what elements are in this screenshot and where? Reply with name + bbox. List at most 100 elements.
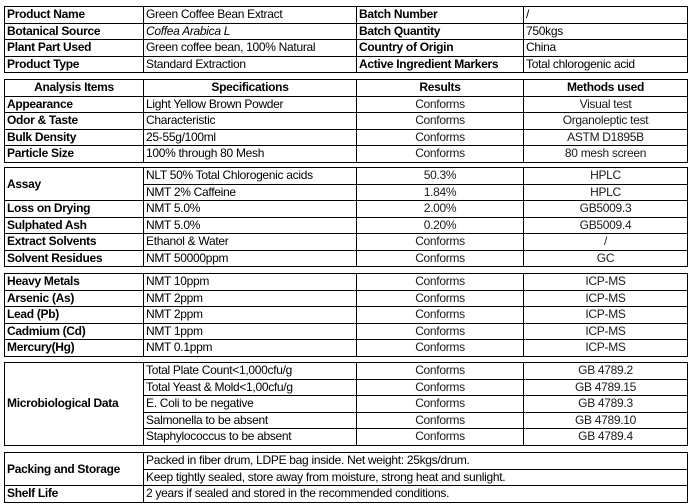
specification: Ethanol & Water (143, 233, 357, 251)
specification: NMT 5.0% (143, 216, 357, 234)
specification: NMT 2ppm (143, 289, 357, 307)
table-row: Extract Solvents Ethanol & Water Conforms / (4, 233, 688, 251)
method: ICP-MS (523, 322, 688, 340)
physical-analysis-table: Analysis Items Specifications Results Metho… (4, 79, 688, 163)
analysis-item: Lead (Pb) (4, 306, 144, 324)
specification: 100% through 80 Mesh (143, 145, 357, 163)
table-row: Bulk Density 25-55g/100ml Conforms ASTM D18… (4, 128, 688, 146)
specification: NMT 10ppm (143, 273, 357, 291)
result: 2.00% (356, 200, 524, 218)
info-row: Product Name Green Coffee Bean Extract Bat… (4, 6, 688, 24)
analysis-item: Packing and Storage (4, 452, 144, 486)
info-value: Standard Extraction (143, 55, 357, 73)
table-row: Arsenic (As) NMT 2ppm Conforms ICP-MS (4, 289, 688, 307)
packing-text: Packed in fiber drum, LDPE bag inside. N… (142, 452, 689, 470)
method: ICP-MS (523, 306, 688, 324)
analysis-item: Appearance (4, 95, 144, 113)
table-row: Heavy Metals NMT 10ppm Conforms ICP-MS (4, 273, 688, 291)
specification: NMT 1ppm (143, 322, 357, 340)
method: GB 4789.15 (523, 378, 688, 396)
info-value: 750kgs (523, 22, 688, 40)
header-row: Analysis Items Specifications Results Metho… (4, 79, 688, 97)
column-header-spec: Specifications (143, 79, 357, 97)
result: Conforms (356, 411, 524, 429)
info-label: Product Type (4, 55, 144, 73)
specification: E. Coli to be negative (143, 395, 357, 413)
specification: NLT 50% Total Chlorogenic acids (143, 167, 357, 185)
analysis-item: Loss on Drying (4, 200, 144, 218)
result: Conforms (356, 395, 524, 413)
table-row: Solvent Residues NMT 50000ppm Conforms GC (4, 249, 688, 267)
method: Organoleptic test (523, 112, 688, 130)
table-row: Appearance Light Yellow Brown Powder Confo… (4, 95, 688, 113)
product-info-table: Product Name Green Coffee Bean Extract Bat… (4, 6, 688, 73)
specification: 25-55g/100ml (143, 128, 357, 146)
method: GB 4789.4 (523, 428, 688, 446)
info-row: Plant Part Used Green coffee bean, 100% N… (4, 39, 688, 57)
analysis-item: Microbiological Data (4, 362, 144, 446)
result: Conforms (356, 273, 524, 291)
result: Conforms (356, 339, 524, 357)
info-row: Botanical Source Coffea Arabica L Batch Qu… (4, 22, 688, 40)
method: / (523, 233, 688, 251)
method: Visual test (523, 95, 688, 113)
table-row: Mercury(Hg) NMT 0.1ppm Conforms ICP-MS (4, 339, 688, 357)
result: 50.3% (356, 167, 524, 185)
specification: Salmonella to be absent (143, 411, 357, 429)
method: ICP-MS (523, 273, 688, 291)
table-row: Packing and Storage Packed in fiber drum,… (4, 452, 689, 486)
method: ICP-MS (523, 339, 688, 357)
info-label: Botanical Source (4, 22, 144, 40)
result: Conforms (356, 289, 524, 307)
info-value: / (523, 6, 688, 24)
table-row: Assay NLT 50% Total Chlorogenic acids 50.3… (4, 167, 688, 201)
specification: Total Plate Count<1,000cfu/g (143, 362, 357, 380)
column-header-result: Results (356, 79, 524, 97)
method: GB 4789.2 (523, 362, 688, 380)
method: ASTM D1895B (523, 128, 688, 146)
result: Conforms (356, 362, 524, 380)
table-row: Lead (Pb) NMT 2ppm Conforms ICP-MS (4, 306, 688, 324)
result: Conforms (356, 378, 524, 396)
method: GB5009.4 (523, 216, 688, 234)
column-header-method: Methods used (523, 79, 688, 97)
method: GB 4789.10 (523, 411, 688, 429)
result: Conforms (356, 145, 524, 163)
analysis-item: Extract Solvents (4, 233, 144, 251)
analysis-item: Shelf Life (4, 485, 144, 503)
info-label: Product Name (4, 6, 144, 24)
shelf-life-text: 2 years if sealed and stored in the reco… (142, 485, 689, 503)
method: GC (523, 249, 688, 267)
analysis-item: Cadmium (Cd) (4, 322, 144, 340)
info-value: Coffea Arabica L (143, 22, 357, 40)
microbiological-table: Microbiological Data Total Plate Count<1,… (4, 362, 688, 446)
table-row: Sulphated Ash NMT 5.0% 0.20% GB5009.4 (4, 216, 688, 234)
method: HPLC (523, 183, 688, 201)
specification: NMT 2% Caffeine (143, 183, 357, 201)
table-row: Odor & Taste Characteristic Conforms Organo… (4, 112, 688, 130)
method: GB5009.3 (523, 200, 688, 218)
specification: NMT 0.1ppm (143, 339, 357, 357)
specification: NMT 5.0% (143, 200, 357, 218)
packing-text: Keep tightly sealed, store away from moi… (142, 468, 689, 486)
heavy-metals-table: Heavy Metals NMT 10ppm Conforms ICP-MS Arsen… (4, 273, 688, 357)
table-row: Shelf Life 2 years if sealed and stored i… (4, 485, 689, 503)
result: 1.84% (356, 183, 524, 201)
specification: NMT 50000ppm (143, 249, 357, 267)
table-row: Microbiological Data Total Plate Count<1,… (4, 362, 688, 446)
info-row: Product Type Standard Extraction Active In… (4, 55, 688, 73)
result: Conforms (356, 428, 524, 446)
result: Conforms (356, 322, 524, 340)
info-label: Active Ingredient Markers (356, 55, 524, 73)
info-label: Batch Number (356, 6, 524, 24)
result: Conforms (356, 95, 524, 113)
method: GB 4789.3 (523, 395, 688, 413)
info-label: Batch Quantity (356, 22, 524, 40)
specification: Total Yeast & Mold<1,00cfu/g (143, 378, 357, 396)
analysis-item: Mercury(Hg) (4, 339, 144, 357)
result: Conforms (356, 249, 524, 267)
method: ICP-MS (523, 289, 688, 307)
analysis-item: Solvent Residues (4, 249, 144, 267)
result: 0.20% (356, 216, 524, 234)
result: Conforms (356, 128, 524, 146)
